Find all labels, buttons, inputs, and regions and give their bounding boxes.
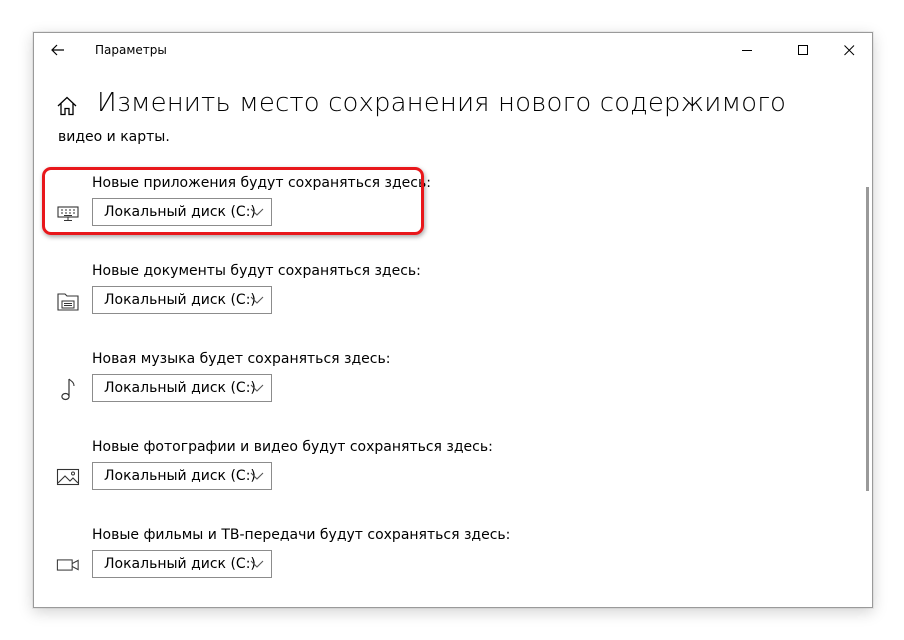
page-subtitle: видео и карты. [58,129,170,145]
dropdown-value: Локальный диск (C:) [104,292,256,308]
dropdown-value: Локальный диск (C:) [104,380,256,396]
close-icon [843,44,854,55]
setting-label: Новая музыка будет сохраняться здесь: [92,351,391,367]
setting-label: Новые фильмы и ТВ-передачи будут сохраня… [92,527,511,543]
apps-location-dropdown[interactable]: Локальный диск (C:) [92,198,272,226]
settings-window: Параметры Изменить место сохранения ново… [33,32,873,608]
music-location-dropdown[interactable]: Локальный диск (C:) [92,374,272,402]
scrollbar[interactable] [866,187,869,491]
chevron-down-icon [250,384,264,392]
home-icon[interactable] [56,95,78,117]
apps-keyboard-icon [56,201,80,225]
setting-new-photos: Новые фотографии и видео будут сохранять… [34,439,872,519]
movies-location-dropdown[interactable]: Локальный диск (C:) [92,550,272,578]
back-button[interactable] [44,39,72,61]
window-title: Параметры [95,43,167,57]
page-title: Изменить место сохранения нового содержи… [97,88,787,118]
maximize-button[interactable] [780,33,826,67]
setting-label: Новые фотографии и видео будут сохранять… [92,439,493,455]
chevron-down-icon [250,208,264,216]
dropdown-value: Локальный диск (C:) [104,556,256,572]
picture-icon [56,465,80,489]
setting-new-documents: Новые документы будут сохраняться здесь:… [34,263,872,343]
setting-new-apps: Новые приложения будут сохраняться здесь… [34,175,872,255]
minimize-button[interactable] [724,33,770,67]
setting-new-music: Новая музыка будет сохраняться здесь: Ло… [34,351,872,431]
documents-folder-icon [56,289,80,313]
back-arrow-icon [51,44,64,56]
chevron-down-icon [250,560,264,568]
close-button[interactable] [826,33,872,67]
setting-label: Новые приложения будут сохраняться здесь… [92,175,431,191]
music-note-icon [56,377,80,401]
dropdown-value: Локальный диск (C:) [104,204,256,220]
chevron-down-icon [250,296,264,304]
minimize-icon [741,49,752,51]
maximize-icon [797,44,808,55]
photos-location-dropdown[interactable]: Локальный диск (C:) [92,462,272,490]
title-bar: Параметры [34,33,872,67]
setting-new-movies: Новые фильмы и ТВ-передачи будут сохраня… [34,527,872,607]
documents-location-dropdown[interactable]: Локальный диск (C:) [92,286,272,314]
video-camera-icon [56,553,80,577]
chevron-down-icon [250,472,264,480]
setting-label: Новые документы будут сохраняться здесь: [92,263,421,279]
dropdown-value: Локальный диск (C:) [104,468,256,484]
